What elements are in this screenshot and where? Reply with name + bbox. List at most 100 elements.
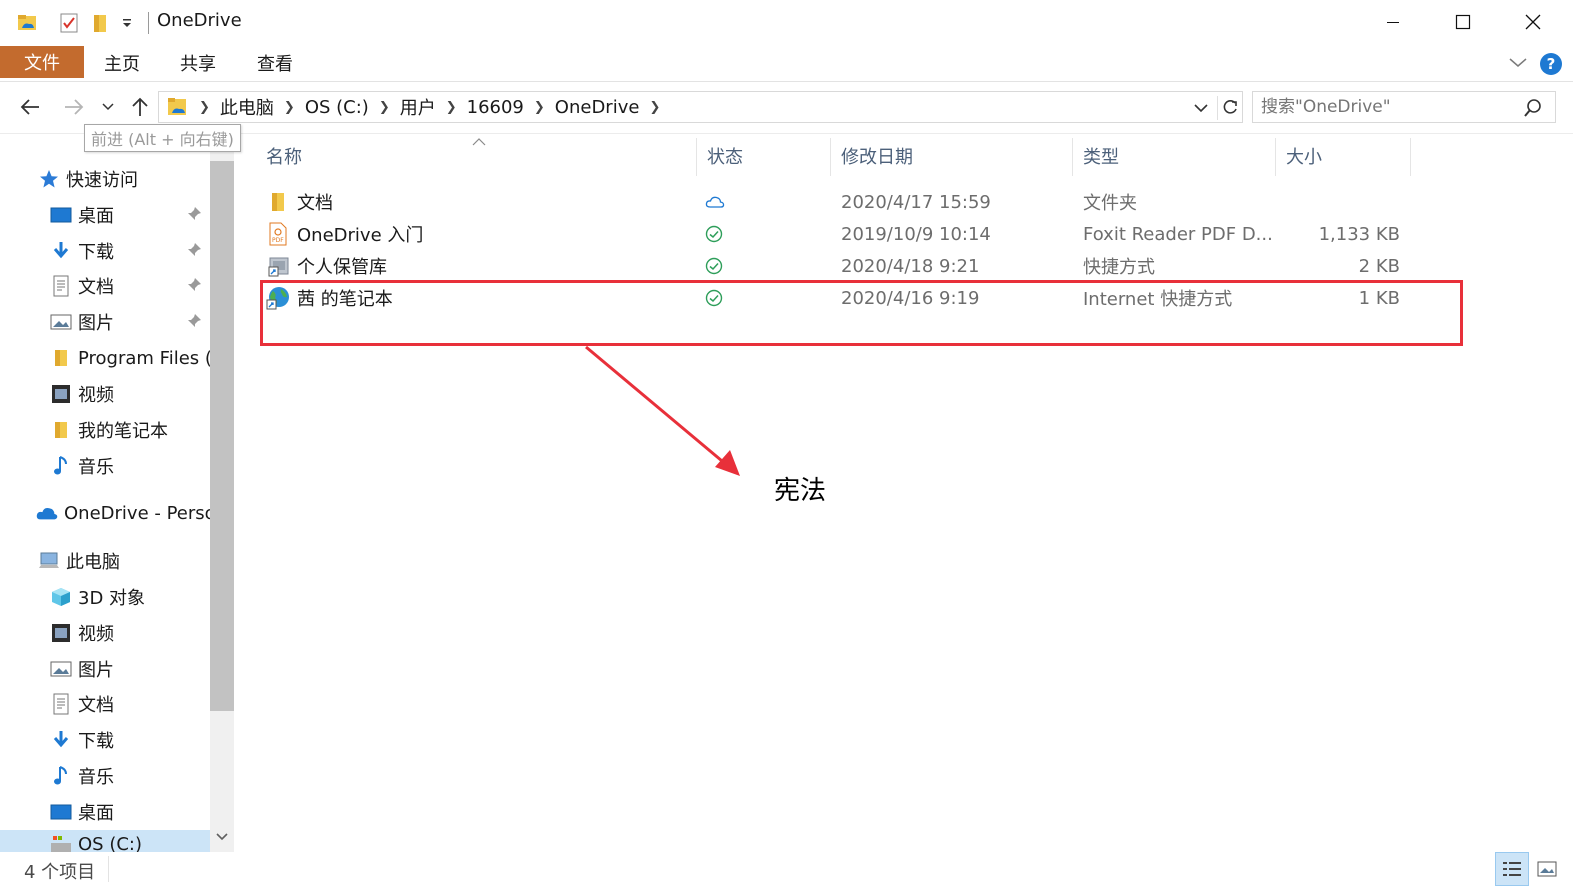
- nav-item-music[interactable]: 音乐: [50, 450, 234, 482]
- customize-toolbar-icon[interactable]: [116, 10, 138, 36]
- column-separator[interactable]: [830, 138, 831, 176]
- search-button[interactable]: [1523, 98, 1543, 122]
- nav-quick-access[interactable]: 快速访问: [38, 163, 234, 195]
- expand-ribbon-button[interactable]: [1508, 54, 1528, 74]
- scroll-down-icon[interactable]: [216, 832, 228, 842]
- large-icons-view-button[interactable]: [1530, 852, 1564, 886]
- details-view-button[interactable]: [1495, 852, 1529, 886]
- nav-item-program-files[interactable]: Program Files (x: [50, 342, 210, 374]
- chevron-right-icon[interactable]: ❯: [379, 100, 390, 115]
- nav-onedrive[interactable]: OneDrive - Personal: [36, 497, 210, 529]
- new-folder-icon[interactable]: [88, 10, 112, 36]
- shortcut-icon: [268, 257, 289, 277]
- star-icon: [38, 168, 60, 190]
- nav-pc-3d-objects[interactable]: 3D 对象: [50, 581, 234, 613]
- nav-item-pictures[interactable]: 图片: [50, 306, 234, 338]
- tab-share[interactable]: 共享: [180, 50, 216, 76]
- tab-home[interactable]: 主页: [104, 50, 140, 76]
- file-row[interactable]: PDF OneDrive 入门 2019/10/9 10:14 Foxit Re…: [256, 218, 1456, 250]
- nav-item-desktop[interactable]: 桌面: [50, 199, 234, 231]
- forward-arrow-icon: [65, 99, 84, 115]
- breadcrumb-os-c[interactable]: OS (C:): [305, 97, 369, 118]
- chevron-right-icon[interactable]: ❯: [534, 100, 545, 115]
- file-row[interactable]: 文档 2020/4/17 15:59 文件夹: [256, 186, 1456, 218]
- address-bar[interactable]: ❯ 此电脑 ❯ OS (C:) ❯ 用户 ❯ 16609 ❯ OneDrive …: [158, 91, 1243, 123]
- chevron-right-icon[interactable]: ❯: [446, 100, 457, 115]
- pin-icon[interactable]: [186, 313, 202, 329]
- sort-ascending-icon: [472, 138, 486, 146]
- chevron-right-icon: ❯: [199, 99, 210, 115]
- file-name-cell: 个人保管库: [268, 250, 387, 282]
- breadcrumb-onedrive[interactable]: OneDrive: [555, 97, 640, 118]
- tab-file[interactable]: 文件: [0, 46, 84, 78]
- nav-label: OS (C:): [78, 834, 142, 852]
- nav-pc-desktop[interactable]: 桌面: [50, 796, 234, 828]
- tab-view[interactable]: 查看: [257, 50, 293, 76]
- forward-button[interactable]: [60, 94, 88, 120]
- column-separator[interactable]: [1410, 138, 1411, 176]
- close-icon: [1525, 14, 1541, 30]
- nav-pc-drive-c[interactable]: OS (C:): [50, 834, 234, 852]
- pdf-icon: PDF: [269, 222, 287, 246]
- nav-label: 3D 对象: [78, 588, 146, 609]
- breadcrumb-user[interactable]: 16609: [467, 97, 524, 118]
- file-date: 2019/10/9 10:14: [841, 223, 991, 245]
- column-separator[interactable]: [696, 138, 697, 176]
- file-type: 文件夹: [1083, 193, 1137, 214]
- cloud-status-icon: [705, 186, 725, 218]
- status-separator: [108, 856, 109, 882]
- properties-icon[interactable]: [56, 10, 82, 36]
- breadcrumb-this-pc[interactable]: 此电脑: [220, 94, 274, 120]
- breadcrumb-users[interactable]: 用户: [400, 94, 436, 120]
- nav-label: 文档: [78, 695, 114, 716]
- nav-label: 文档: [78, 277, 114, 298]
- status-bar: 4 个项目: [0, 852, 1573, 890]
- back-button[interactable]: [16, 94, 44, 120]
- column-header-name[interactable]: 名称: [266, 134, 696, 178]
- column-header-date[interactable]: 修改日期: [841, 134, 1071, 178]
- nav-scrollbar-thumb[interactable]: [210, 161, 234, 711]
- chevron-right-icon[interactable]: ❯: [284, 100, 295, 115]
- help-button[interactable]: ?: [1540, 53, 1562, 75]
- column-separator[interactable]: [1072, 138, 1073, 176]
- nav-item-downloads[interactable]: 下载: [50, 235, 234, 267]
- nav-item-documents[interactable]: 文档: [50, 270, 234, 302]
- nav-label: 下载: [78, 242, 114, 263]
- nav-pc-music[interactable]: 音乐: [50, 760, 234, 792]
- refresh-button[interactable]: [1217, 96, 1241, 120]
- file-row[interactable]: 个人保管库 2020/4/18 9:21 快捷方式 2 KB: [256, 250, 1456, 282]
- nav-pc-documents[interactable]: 文档: [50, 688, 234, 720]
- nav-pc-pictures[interactable]: 图片: [50, 653, 234, 685]
- nav-item-my-notebook[interactable]: 我的笔记本: [50, 414, 234, 446]
- pin-icon[interactable]: [186, 277, 202, 293]
- minimize-button[interactable]: [1358, 0, 1428, 44]
- nav-this-pc[interactable]: 此电脑: [38, 545, 234, 577]
- annotation-text: 宪法: [774, 476, 827, 506]
- file-list: 名称 状态 修改日期 类型 大小 文档 2020/4/17 15:59 文件夹 …: [256, 134, 1573, 852]
- close-button[interactable]: [1498, 0, 1568, 44]
- music-icon: [50, 455, 72, 477]
- ribbon: 文件 主页 共享 查看 ?: [0, 44, 1573, 82]
- recent-locations-button[interactable]: [98, 94, 118, 120]
- nav-scrollbar[interactable]: [210, 134, 234, 852]
- download-icon: [50, 729, 72, 751]
- desktop-icon: [50, 801, 72, 823]
- search-box[interactable]: [1252, 91, 1556, 123]
- maximize-button[interactable]: [1428, 0, 1498, 44]
- pin-icon[interactable]: [186, 206, 202, 222]
- pin-icon[interactable]: [186, 242, 202, 258]
- column-header-type[interactable]: 类型: [1083, 134, 1273, 178]
- nav-pc-videos[interactable]: 视频: [50, 617, 234, 649]
- column-header-size[interactable]: 大小: [1286, 134, 1406, 178]
- search-input[interactable]: [1261, 95, 1511, 119]
- explorer-app-icon[interactable]: [14, 10, 40, 36]
- video-icon: [50, 622, 72, 644]
- up-button[interactable]: [126, 94, 154, 120]
- refresh-icon: [1223, 100, 1237, 114]
- column-header-status[interactable]: 状态: [707, 134, 827, 178]
- column-separator[interactable]: [1275, 138, 1276, 176]
- address-history-button[interactable]: [1193, 100, 1209, 119]
- nav-item-videos[interactable]: 视频: [50, 378, 234, 410]
- nav-pc-downloads[interactable]: 下载: [50, 724, 234, 756]
- chevron-right-icon[interactable]: ❯: [649, 100, 660, 115]
